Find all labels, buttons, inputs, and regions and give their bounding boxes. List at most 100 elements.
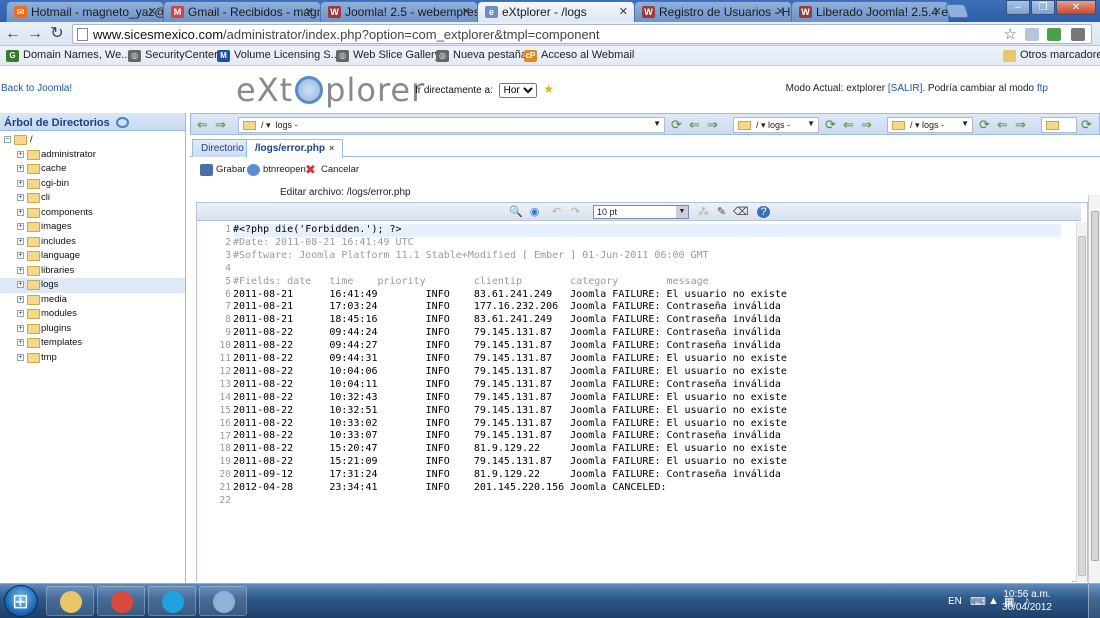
location-combo[interactable]: / ▾ logs - ▼	[733, 117, 819, 133]
tree-item-components[interactable]: + components	[0, 206, 185, 221]
expand-icon[interactable]: +	[17, 353, 24, 361]
close-tab-icon[interactable]: ✕	[148, 5, 157, 18]
close-tab-icon[interactable]: ×	[329, 143, 334, 153]
back-green-arrow-icon[interactable]: ⇐	[843, 117, 854, 133]
reload-green-icon[interactable]: ⟳	[979, 117, 990, 133]
close-tab-icon[interactable]: ✕	[462, 5, 471, 18]
url-text[interactable]: www.sicesmexico.com/administrator/index.…	[93, 27, 600, 42]
tree-item-templates[interactable]: + templates	[0, 336, 185, 351]
location-combo[interactable]	[1041, 117, 1077, 133]
tree-item-cgi-bin[interactable]: + cgi-bin	[0, 177, 185, 192]
other-bookmarks[interactable]: Otros marcadores	[1003, 49, 1100, 62]
help-icon[interactable]: ?	[757, 206, 770, 218]
tab-error-php[interactable]: /logs/error.php ×	[246, 139, 344, 158]
maximize-button[interactable]: ❐	[1031, 0, 1055, 15]
expand-icon[interactable]: +	[17, 310, 24, 317]
expand-icon[interactable]: +	[17, 324, 24, 332]
browser-tab[interactable]: W Registro de Usuarios - Host ✕	[634, 1, 792, 22]
tree-item-tmp[interactable]: + tmp	[0, 351, 185, 366]
editor-scrollbar[interactable]	[1076, 222, 1087, 582]
taskbar-app-chrome[interactable]	[97, 586, 145, 616]
browser-tab[interactable]: e eXtplorer - /logs ✕	[477, 1, 635, 22]
expand-icon[interactable]: +	[17, 194, 24, 201]
tree-item-logs[interactable]: + logs	[0, 278, 185, 293]
bookmark-star-icon[interactable]: ☆	[1004, 25, 1017, 43]
back-green-arrow-icon[interactable]: ⇐	[197, 117, 208, 133]
close-tab-icon[interactable]: ✕	[776, 5, 785, 18]
tree-item-language[interactable]: + language	[0, 249, 185, 264]
forward-arrow-icon[interactable]: →	[26, 25, 44, 43]
wrench-icon[interactable]	[1071, 28, 1085, 41]
close-tab-icon[interactable]: ✕	[619, 5, 628, 18]
address-bar[interactable]: www.sicesmexico.com/administrator/index.…	[72, 24, 1092, 44]
back-green-arrow-icon[interactable]: ⇐	[689, 117, 700, 133]
new-tab-button[interactable]	[944, 4, 970, 18]
font-size-select[interactable]: 10 pt ▼	[593, 205, 689, 219]
expand-icon[interactable]: +	[17, 252, 24, 259]
bookmark-item[interactable]: ◎ Nueva pestaña	[436, 49, 527, 62]
expand-icon[interactable]: +	[17, 266, 24, 274]
close-tab-icon[interactable]: ✕	[305, 5, 314, 18]
tree-item-libraries[interactable]: + libraries	[0, 264, 185, 279]
location-combo[interactable]: / ▾ logs - ▼	[887, 117, 973, 133]
code-textarea[interactable]: 1 2 3 4 5 6 7 8 9 10 11 12 13 14 15 16 17 18 19 20 21 22 #<?p…	[197, 222, 1072, 582]
tree-root[interactable]: − /	[0, 133, 185, 148]
expand-icon[interactable]: +	[17, 237, 24, 245]
clock[interactable]: 10:56 a.m. 30/04/2012	[1002, 588, 1052, 614]
tab-directorio[interactable]: Directorio	[192, 139, 253, 157]
location-combo[interactable]: / ▾ logs - ▼	[238, 117, 665, 133]
expand-icon[interactable]: +	[17, 223, 24, 230]
logout-link[interactable]: [SALIR]	[888, 83, 922, 94]
refresh-tree-icon[interactable]	[115, 117, 129, 128]
browser-tab[interactable]: WLiberado Joomla! 2.5.4 esta✕	[791, 1, 949, 22]
expand-icon[interactable]: +	[17, 295, 24, 303]
taskbar-app-notepad[interactable]	[199, 586, 247, 616]
tree-item-includes[interactable]: + includes	[0, 235, 185, 250]
expand-icon[interactable]: +	[17, 281, 24, 288]
tree-item-administrator[interactable]: + administrator	[0, 148, 185, 163]
wrap-icon[interactable]: ✎	[715, 206, 728, 218]
bookmark-item[interactable]: ◎ Web Slice Gallery	[336, 49, 440, 62]
cancel-button[interactable]: ✖ Cancelar	[305, 163, 359, 176]
forward-green-arrow-icon[interactable]: ⇒	[707, 117, 718, 133]
close-window-button[interactable]: ✕	[1056, 0, 1096, 15]
reload-green-icon[interactable]: ⟳	[1081, 117, 1092, 133]
goto-select[interactable]: Home	[498, 83, 537, 98]
tree-item-media[interactable]: + media	[0, 293, 185, 308]
tree-item-modules[interactable]: + modules	[0, 307, 185, 322]
bookmark-item[interactable]: cP Acceso al Webmail	[524, 49, 634, 62]
bookmark-item[interactable]: G Domain Names, We...	[6, 49, 130, 62]
back-to-joomla-link[interactable]: Back to Joomla!	[1, 83, 72, 94]
search-icon[interactable]: 🔍	[509, 206, 523, 218]
collapse-icon[interactable]: −	[4, 136, 11, 143]
tree-item-images[interactable]: + images	[0, 220, 185, 235]
tree-item-cache[interactable]: + cache	[0, 162, 185, 177]
extension-icon[interactable]	[1025, 28, 1039, 41]
reload-icon[interactable]: ↻	[48, 25, 66, 43]
expand-icon[interactable]: +	[17, 179, 24, 187]
forward-green-arrow-icon[interactable]: ⇒	[215, 117, 226, 133]
show-hidden-icons[interactable]: ▲	[988, 595, 999, 607]
close-tab-icon[interactable]: ✕	[933, 5, 942, 18]
language-indicator[interactable]: EN	[948, 596, 962, 607]
redo-icon[interactable]: ↷	[569, 206, 582, 218]
reopen-button[interactable]: btnreopen	[247, 164, 306, 176]
bookmark-item[interactable]: ◎ SecurityCenter	[128, 49, 218, 62]
goto-line-icon[interactable]: ◉	[528, 206, 541, 218]
ftp-link[interactable]: ftp	[1037, 83, 1048, 94]
expand-icon[interactable]: +	[17, 208, 24, 216]
back-green-arrow-icon[interactable]: ⇐	[997, 117, 1008, 133]
show-desktop-button[interactable]	[1088, 584, 1100, 618]
extension-icon[interactable]	[1047, 28, 1061, 41]
page-scrollbar[interactable]	[1088, 195, 1100, 583]
forward-green-arrow-icon[interactable]: ⇒	[1015, 117, 1026, 133]
browser-tab[interactable]: M Gmail - Recibidos - magnet ✕	[163, 1, 321, 22]
save-button[interactable]: Grabar	[200, 164, 246, 176]
taskbar-app-skype[interactable]	[148, 586, 196, 616]
favorites-star-icon[interactable]: ★	[543, 82, 554, 96]
tree-item-plugins[interactable]: + plugins	[0, 322, 185, 337]
undo-icon[interactable]: ↶	[550, 206, 563, 218]
start-button[interactable]	[4, 585, 38, 617]
taskbar-app-explorer[interactable]	[46, 586, 94, 616]
tree-item-cli[interactable]: + cli	[0, 191, 185, 206]
